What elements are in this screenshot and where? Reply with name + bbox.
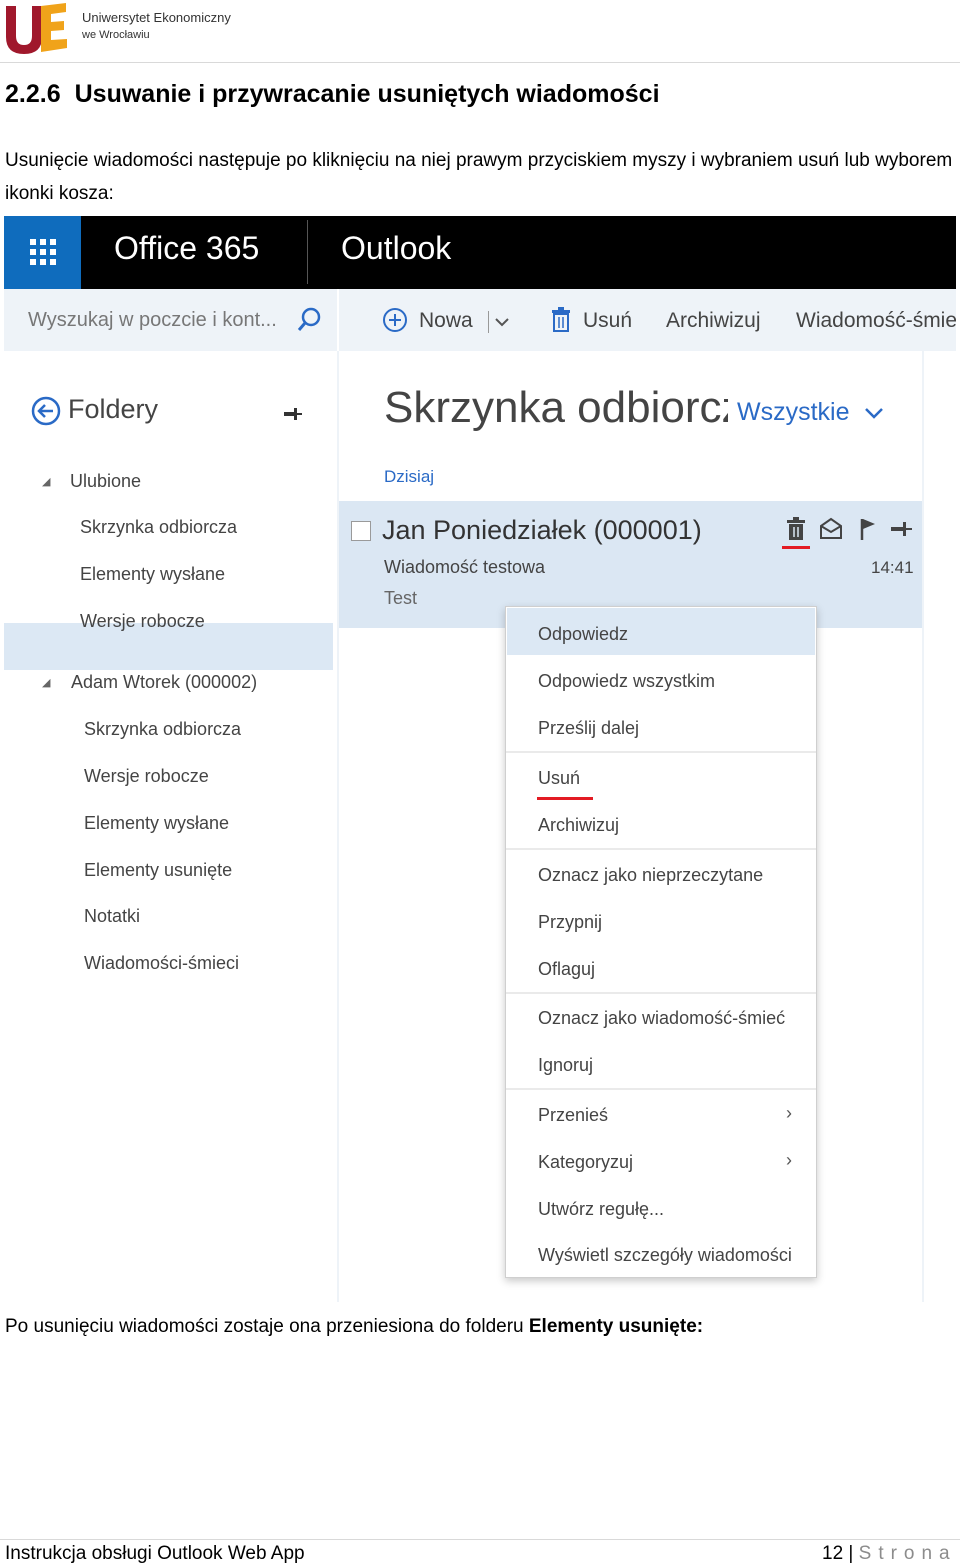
brand-divider	[307, 220, 308, 284]
account-group[interactable]: Adam Wtorek (000002)	[71, 672, 257, 693]
chevron-down-icon[interactable]	[864, 406, 884, 420]
chevron-down-icon[interactable]	[494, 316, 510, 328]
mail-list-header: Skrzynka odbiorcza Wszystkie Dzisiaj	[4, 351, 956, 501]
menu-item-mark-unread[interactable]: Oznacz jako nieprzeczytane	[538, 865, 763, 886]
delete-highlight-underline	[537, 797, 593, 800]
folder-item[interactable]: Notatki	[84, 906, 140, 927]
mail-list-title: Skrzynka odbiorcza	[384, 383, 728, 432]
footer-title: Instrukcja obsługi Outlook Web App	[5, 1543, 305, 1564]
trash-icon[interactable]	[786, 517, 806, 541]
menu-separator	[506, 992, 816, 994]
archive-button[interactable]: Archiwizuj	[666, 309, 761, 333]
footer-divider	[0, 1539, 960, 1540]
menu-item-flag[interactable]: Oflaguj	[538, 959, 595, 980]
message-preview: Test	[384, 588, 418, 608]
page-separator: |	[848, 1543, 854, 1564]
menu-separator	[506, 848, 816, 850]
date-group-label: Dzisiaj	[384, 467, 435, 486]
folder-item[interactable]: Elementy wysłane	[80, 564, 225, 585]
chevron-right-icon: ›	[786, 1103, 792, 1123]
university-subtitle: we Wrocławiu	[82, 29, 150, 41]
outlook-screenshot: Office 365 Outlook Wyszukaj w poczcie i …	[4, 216, 956, 1302]
menu-item-show-details[interactable]: Wyświetl szczegóły wiadomości	[538, 1245, 792, 1266]
message-checkbox[interactable]	[351, 521, 371, 541]
folder-item[interactable]: Wersje robocze	[84, 766, 209, 787]
toolbar-divider	[337, 289, 339, 351]
section-number: 2.2.6	[5, 80, 61, 108]
trash-icon	[552, 307, 570, 332]
menu-item-categorize[interactable]: Kategoryzuj	[538, 1152, 633, 1173]
menu-separator	[506, 1088, 816, 1090]
delete-button[interactable]: Usuń	[583, 309, 632, 333]
menu-item-forward[interactable]: Prześlij dalej	[538, 718, 639, 739]
folder-item[interactable]: Elementy wysłane	[84, 813, 229, 834]
trash-highlight-underline	[782, 546, 810, 549]
university-logo	[3, 2, 69, 56]
menu-item-pin[interactable]: Przypnij	[538, 912, 602, 933]
menu-item-create-rule[interactable]: Utwórz regułę...	[538, 1199, 664, 1220]
plus-circle-icon	[383, 308, 407, 332]
mark-read-icon[interactable]	[819, 517, 845, 541]
folder-item[interactable]: Elementy usunięte	[84, 860, 232, 881]
intro-paragraph: Usunięcie wiadomości następuje po klikni…	[5, 150, 953, 204]
menu-item-mark-junk[interactable]: Oznacz jako wiadomość-śmieć	[538, 1008, 785, 1029]
page-number-area: 12 | Strona	[822, 1543, 957, 1565]
chevron-right-icon: ›	[786, 1150, 792, 1170]
folder-item[interactable]: Skrzynka odbiorcza	[80, 517, 237, 538]
menu-item-reply[interactable]: Odpowiedz	[538, 624, 628, 645]
header-divider	[0, 62, 960, 63]
app-launcher-button[interactable]	[4, 216, 81, 289]
search-icon[interactable]	[296, 307, 322, 333]
message-time: 14:41	[871, 558, 914, 577]
university-name: Uniwersytet Ekonomiczny	[82, 10, 231, 25]
menu-item-reply-all[interactable]: Odpowiedz wszystkim	[538, 671, 715, 692]
folder-item[interactable]: Wiadomości-śmieci	[84, 953, 239, 974]
folder-item[interactable]: Wersje robocze	[80, 611, 205, 632]
after-paragraph: Po usunięciu wiadomości zostaje ona prze…	[5, 1316, 703, 1338]
menu-item-delete[interactable]: Usuń	[538, 768, 580, 789]
menu-item-move[interactable]: Przenieś	[538, 1105, 608, 1126]
page-number: 12	[822, 1543, 844, 1564]
search-input[interactable]: Wyszukaj w poczcie i kont...	[28, 309, 277, 332]
brand-app[interactable]: Outlook	[341, 230, 451, 267]
flag-icon[interactable]	[859, 517, 877, 541]
page-word: Strona	[858, 1543, 957, 1564]
command-bar: Wyszukaj w poczcie i kont... Nowa Usuń A…	[4, 289, 956, 351]
junk-button[interactable]: Wiadomość-śmie	[796, 309, 956, 333]
section-heading: 2.2.6 Usuwanie i przywracanie usuniętych …	[5, 80, 660, 109]
new-split-divider	[488, 311, 489, 333]
message-subject: Wiadomość testowa	[384, 557, 546, 577]
after-text: Po usunięciu wiadomości zostaje ona prze…	[5, 1316, 529, 1337]
folder-item[interactable]: Skrzynka odbiorcza	[84, 719, 241, 740]
context-menu: Odpowiedz Odpowiedz wszystkim Prześlij d…	[505, 606, 817, 1278]
waffle-icon	[30, 239, 56, 265]
filter-dropdown[interactable]: Wszystkie	[737, 398, 850, 427]
new-button[interactable]: Nowa	[419, 309, 473, 333]
pin-icon[interactable]	[889, 521, 913, 537]
menu-item-archive[interactable]: Archiwizuj	[538, 815, 619, 836]
message-sender: Jan Poniedziałek (000001)	[382, 515, 702, 545]
menu-item-ignore[interactable]: Ignoruj	[538, 1055, 593, 1076]
brand-office[interactable]: Office 365	[114, 230, 259, 267]
menu-separator	[506, 751, 816, 753]
collapse-triangle-icon[interactable]: ◢	[42, 676, 50, 689]
after-text-bold: Elementy usunięte:	[528, 1316, 704, 1337]
section-title: Usuwanie i przywracanie usuniętych wiado…	[74, 80, 660, 108]
